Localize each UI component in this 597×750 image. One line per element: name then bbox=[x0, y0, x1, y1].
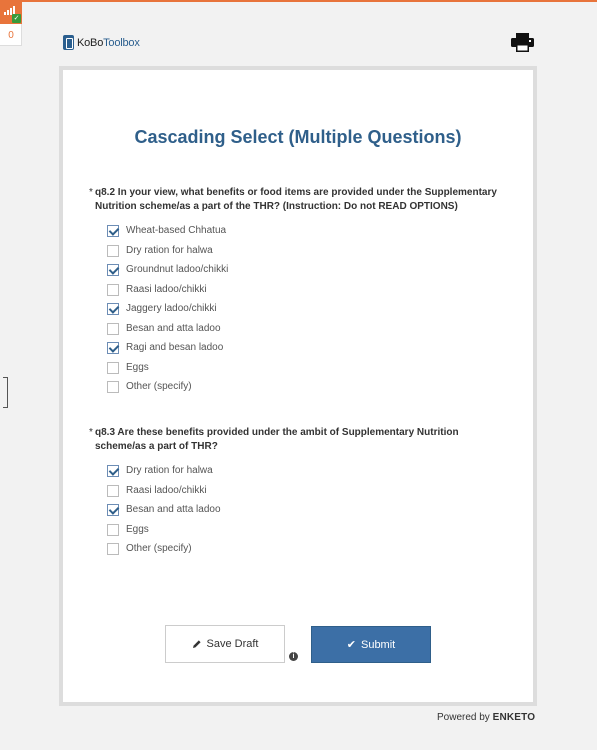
form-title: Cascading Select (Multiple Questions) bbox=[134, 127, 462, 147]
required-marker: * bbox=[89, 187, 93, 198]
logo-text-light: Toolbox bbox=[103, 36, 140, 49]
checkbox-option[interactable]: Eggs bbox=[89, 361, 509, 381]
question-q8-2: * q8.2 In your view, what benefits or fo… bbox=[89, 186, 509, 400]
checkbox-label: Dry ration for halwa bbox=[126, 465, 213, 476]
checkbox-option[interactable]: Jaggery ladoo/chikki bbox=[89, 302, 509, 322]
check-icon: ✓ bbox=[12, 14, 21, 23]
checkbox-unchecked[interactable] bbox=[107, 484, 119, 497]
top-accent-line bbox=[0, 0, 597, 2]
question-q8-3: * q8.3 Are these benefits provided under… bbox=[89, 426, 509, 562]
checkbox-option[interactable]: Dry ration for halwa bbox=[89, 244, 509, 264]
checkbox-option[interactable]: Groundnut ladoo/chikki bbox=[89, 263, 509, 283]
submit-button[interactable]: ✔ Submit bbox=[311, 626, 431, 663]
checkbox-option[interactable]: Other (specify) bbox=[89, 542, 509, 562]
checkbox-checked[interactable] bbox=[107, 342, 119, 354]
status-widget[interactable]: ✓ 0 bbox=[0, 0, 22, 46]
checkbox-option[interactable]: Other (specify) bbox=[89, 380, 509, 400]
checkbox-label: Raasi ladoo/chikki bbox=[126, 283, 207, 295]
question-label: * q8.3 Are these benefits provided under… bbox=[89, 427, 459, 452]
checkbox-unchecked[interactable] bbox=[107, 322, 119, 335]
info-icon[interactable]: i bbox=[289, 652, 298, 661]
checkbox-unchecked[interactable] bbox=[107, 244, 119, 257]
checkbox-option[interactable]: Ragi and besan ladoo bbox=[89, 341, 509, 361]
checkbox-checked[interactable] bbox=[107, 465, 119, 477]
enketo-logo: ENKETO bbox=[492, 712, 536, 723]
checkbox-option[interactable]: Raasi ladoo/chikki bbox=[89, 283, 509, 303]
checkbox-group: Wheat-based Chhatua Dry ration for halwa G… bbox=[89, 224, 509, 400]
form-card: Cascading Select (Multiple Questions) * … bbox=[59, 66, 537, 706]
queue-count: 0 bbox=[8, 30, 14, 41]
checkbox-option[interactable]: Eggs bbox=[89, 523, 509, 543]
checkbox-option[interactable]: Besan and atta ladoo bbox=[89, 322, 509, 342]
checkbox-option[interactable]: Raasi ladoo/chikki bbox=[89, 484, 509, 504]
checkbox-unchecked[interactable] bbox=[107, 361, 119, 374]
checkbox-label: Ragi and besan ladoo bbox=[126, 342, 224, 353]
checkbox-option[interactable]: Besan and atta ladoo bbox=[89, 503, 509, 523]
checkbox-label: Other (specify) bbox=[126, 543, 192, 554]
checkbox-option[interactable]: Dry ration for halwa bbox=[89, 464, 509, 484]
checkbox-unchecked[interactable] bbox=[107, 543, 119, 555]
question-label: * q8.2 In your view, what benefits or fo… bbox=[89, 187, 497, 212]
check-icon: ✔ bbox=[346, 639, 356, 651]
checkbox-label: Dry ration for halwa bbox=[126, 244, 213, 256]
checkbox-label: Groundnut ladoo/chikki bbox=[126, 264, 229, 275]
printer-icon[interactable] bbox=[511, 33, 534, 52]
checkbox-unchecked[interactable] bbox=[107, 283, 119, 296]
checkbox-checked[interactable] bbox=[107, 504, 119, 516]
checkbox-checked[interactable] bbox=[107, 264, 119, 276]
checkbox-checked[interactable] bbox=[107, 303, 119, 315]
logo-text-bold: KoBo bbox=[77, 36, 104, 49]
powered-by[interactable]: Powered by ENKETO bbox=[437, 712, 535, 723]
save-draft-button[interactable]: Save Draft bbox=[165, 625, 285, 663]
checkbox-label: Other (specify) bbox=[126, 381, 192, 392]
pencil-icon bbox=[192, 640, 201, 648]
checkbox-checked[interactable] bbox=[107, 225, 119, 237]
kobo-logo: KoBoToolbox bbox=[63, 35, 140, 50]
checkbox-label: Jaggery ladoo/chikki bbox=[126, 303, 217, 314]
kobo-logo-icon bbox=[63, 35, 74, 50]
side-handle[interactable] bbox=[3, 377, 8, 408]
checkbox-unchecked[interactable] bbox=[107, 523, 119, 536]
submit-label: Submit bbox=[360, 638, 396, 651]
checkbox-option[interactable]: Wheat-based Chhatua bbox=[89, 224, 509, 244]
checkbox-group: Dry ration for halwa Raasi ladoo/chikki Be… bbox=[89, 464, 509, 562]
checkbox-label: Wheat-based Chhatua bbox=[126, 225, 227, 236]
checkbox-label: Besan and atta ladoo bbox=[126, 322, 221, 334]
checkbox-label: Eggs bbox=[126, 361, 149, 373]
save-draft-label: Save Draft bbox=[206, 638, 259, 650]
checkbox-unchecked[interactable] bbox=[107, 381, 119, 393]
required-marker: * bbox=[89, 427, 93, 438]
signal-indicator: ✓ bbox=[0, 0, 22, 24]
checkbox-label: Besan and atta ladoo bbox=[126, 504, 221, 515]
checkbox-label: Eggs bbox=[126, 523, 149, 535]
checkbox-label: Raasi ladoo/chikki bbox=[126, 484, 207, 496]
